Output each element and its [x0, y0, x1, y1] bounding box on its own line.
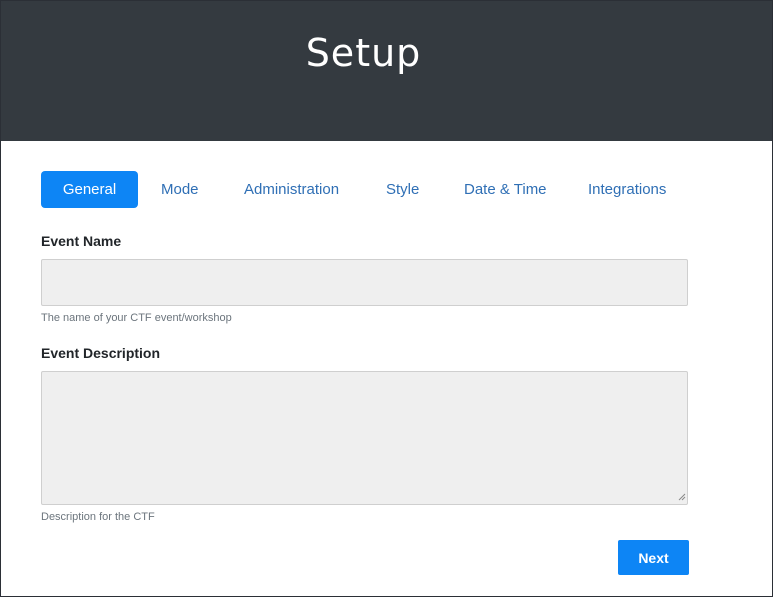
resize-grip-icon[interactable]: [678, 493, 686, 501]
event-description-help: Description for the CTF: [41, 511, 155, 523]
event-name-input[interactable]: [41, 259, 688, 306]
next-button[interactable]: Next: [618, 540, 689, 575]
event-name-label: Event Name: [41, 233, 122, 249]
page-header: Setup: [1, 1, 772, 141]
tab-date-time[interactable]: Date & Time: [464, 171, 547, 208]
event-name-help: The name of your CTF event/workshop: [41, 312, 232, 324]
tab-mode[interactable]: Mode: [161, 171, 199, 208]
event-description-label: Event Description: [41, 345, 161, 361]
tab-integrations[interactable]: Integrations: [588, 171, 666, 208]
tab-style[interactable]: Style: [386, 171, 419, 208]
setup-page: Setup General Mode Administration Style …: [0, 0, 773, 597]
event-description-textarea[interactable]: [41, 371, 688, 505]
page-title: Setup: [305, 31, 422, 75]
tab-general[interactable]: General: [41, 171, 138, 208]
tab-administration[interactable]: Administration: [244, 171, 339, 208]
